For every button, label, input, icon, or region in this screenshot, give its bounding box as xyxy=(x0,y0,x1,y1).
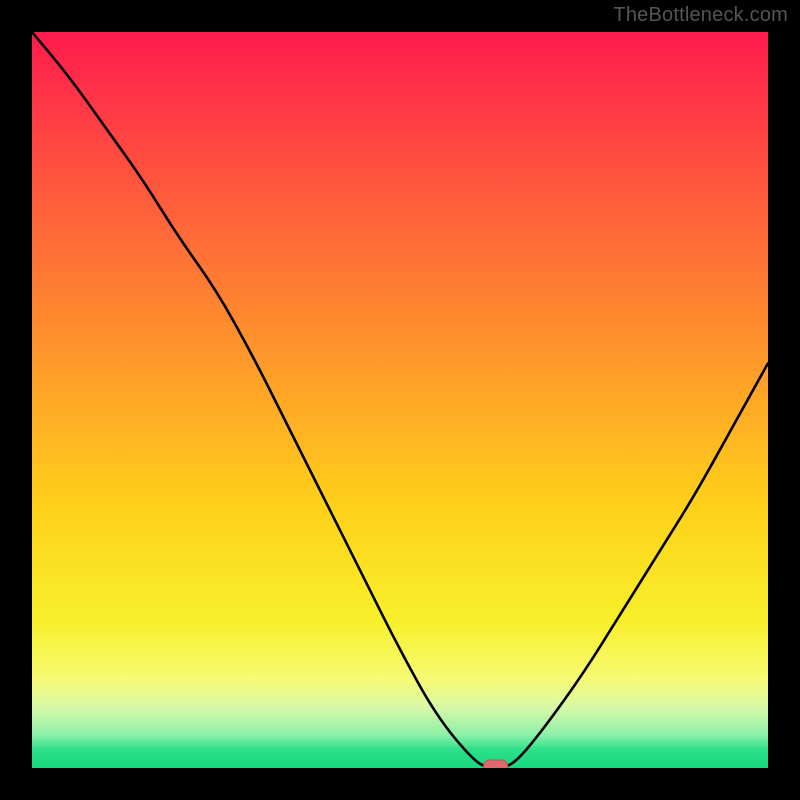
gradient-background xyxy=(32,32,768,768)
plot-area xyxy=(32,32,768,768)
chart-svg xyxy=(32,32,768,768)
optimal-marker xyxy=(484,760,508,768)
chart-frame: TheBottleneck.com xyxy=(0,0,800,800)
watermark-text: TheBottleneck.com xyxy=(613,4,788,27)
